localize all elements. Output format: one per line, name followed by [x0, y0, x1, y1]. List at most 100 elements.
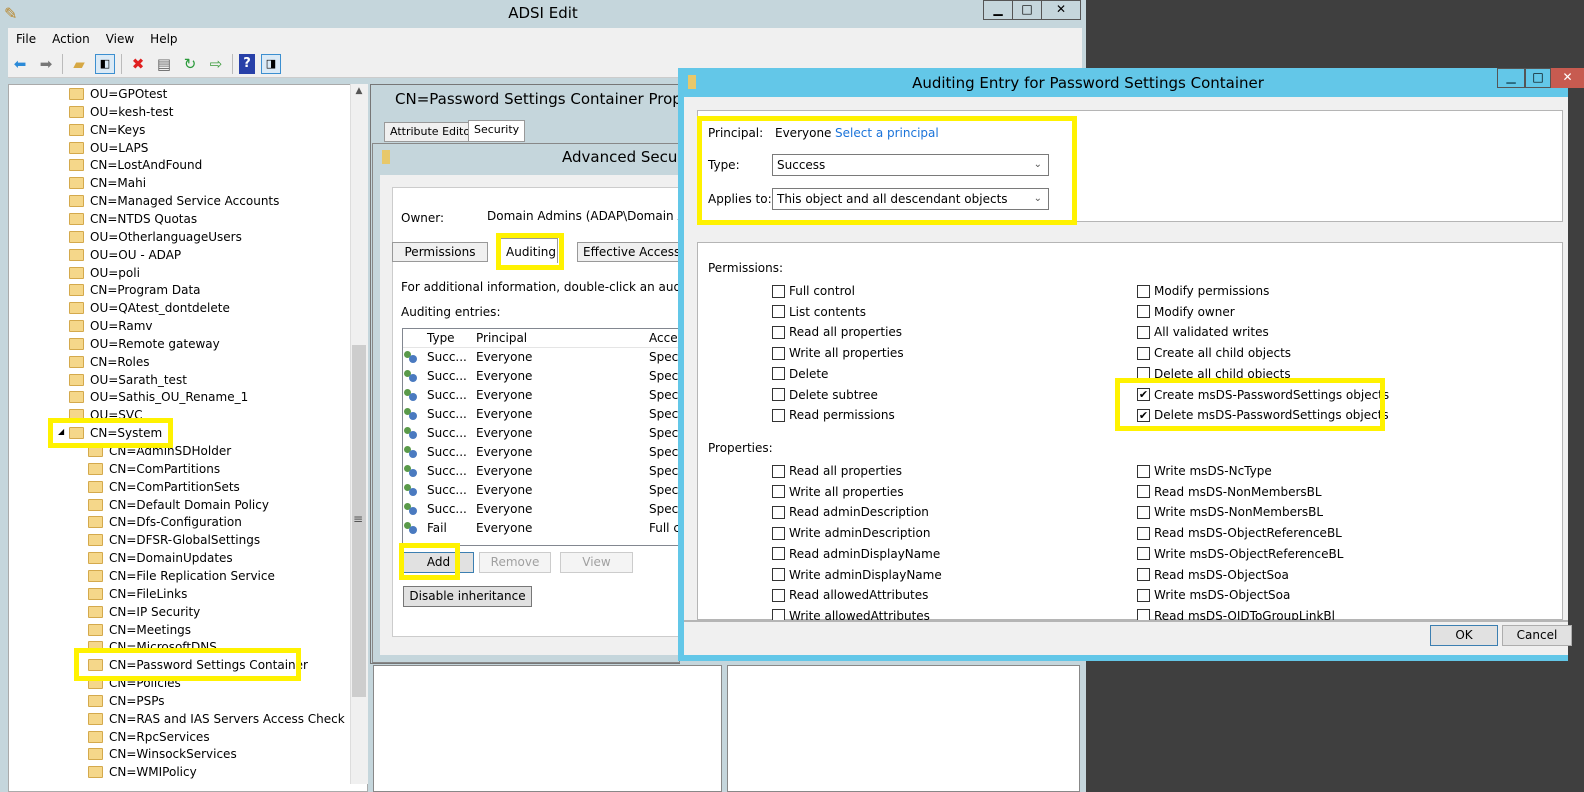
menu-view[interactable]: View — [98, 28, 142, 50]
tab-effective-access[interactable]: Effective Access — [577, 242, 680, 262]
checkbox[interactable]: ✔ — [1137, 388, 1150, 401]
checkbox-item[interactable]: Modify permissions — [1137, 282, 1269, 300]
tree-item[interactable]: CN=Keys — [69, 121, 145, 139]
refresh-icon[interactable]: ↻ — [180, 54, 200, 74]
checkbox[interactable] — [1137, 284, 1150, 298]
checkbox-item[interactable]: Create all child objects — [1137, 344, 1291, 362]
checkbox-item[interactable]: Read allowedAttributes — [772, 586, 928, 604]
tree-item[interactable]: CN=Roles — [69, 353, 150, 371]
tree-item[interactable]: OU=GPOtest — [69, 85, 167, 103]
tree-item-selected[interactable]: CN=Password Settings Container — [88, 656, 308, 674]
tree-item[interactable]: OU=OU - ADAP — [69, 246, 181, 264]
tree-item[interactable]: CN=FileLinks — [88, 585, 187, 603]
help-icon[interactable]: ? — [239, 53, 255, 74]
tree-item-system[interactable]: CN=System — [69, 424, 162, 442]
checkbox[interactable] — [1137, 325, 1150, 339]
tab-auditing[interactable]: Auditing — [500, 238, 558, 263]
checkbox-item[interactable]: Read adminDescription — [772, 503, 929, 521]
delete-icon[interactable]: ✖ — [128, 54, 148, 74]
type-select[interactable]: Success ⌄ — [772, 154, 1049, 176]
checkbox-item[interactable]: ✔ Delete msDS-PasswordSettings objects — [1137, 406, 1389, 424]
checkbox-item[interactable]: Write msDS-NcType — [1137, 462, 1272, 480]
tab-security[interactable]: Security — [468, 120, 526, 142]
audit-entry-row[interactable]: Succ...EveryoneSpecia — [403, 424, 681, 443]
checkbox-item[interactable]: Read msDS-ObjectSoa — [1137, 566, 1289, 584]
checkbox[interactable] — [772, 609, 785, 620]
action-pane-icon[interactable]: ◨ — [261, 53, 281, 74]
disable-inheritance-button[interactable]: Disable inheritance — [403, 586, 532, 607]
checkbox[interactable] — [772, 588, 785, 602]
checkbox-item[interactable]: Delete subtree — [772, 386, 878, 404]
tree-item[interactable]: CN=MicrosoftDNS — [88, 638, 217, 656]
menu-action[interactable]: Action — [44, 28, 98, 50]
tree-item[interactable]: CN=Program Data — [69, 281, 201, 299]
audit-entry-row[interactable]: Fail Everyone Full c — [403, 519, 681, 538]
tree-item[interactable]: CN=WinsockServices — [88, 745, 237, 763]
tab-attribute-editor[interactable]: Attribute Editor — [384, 122, 481, 142]
checkbox[interactable] — [1137, 568, 1150, 581]
tree-item[interactable]: CN=WMIPolicy — [88, 763, 197, 781]
checkbox[interactable] — [1137, 505, 1150, 519]
checkbox-item[interactable]: Write all properties — [772, 344, 904, 362]
checkbox-item[interactable]: Read permissions — [772, 406, 895, 424]
tree-item[interactable]: OU=SVC — [69, 406, 143, 424]
audit-entry-row[interactable]: Succ...EveryoneSpecia — [403, 386, 681, 405]
checkbox[interactable]: ✔ — [1137, 408, 1150, 422]
tree-item[interactable]: CN=AdminSDHolder — [88, 442, 231, 460]
tree-item[interactable]: CN=ComPartitions — [88, 460, 220, 478]
checkbox-item[interactable]: Write adminDisplayName — [772, 566, 942, 584]
applies-to-select[interactable]: This object and all descendant objects ⌄ — [772, 188, 1049, 210]
minimize-button[interactable]: ▁ — [983, 0, 1013, 20]
checkbox[interactable] — [1137, 526, 1150, 540]
tree-item[interactable]: CN=LostAndFound — [69, 156, 202, 174]
checkbox[interactable] — [772, 505, 785, 519]
tree-item[interactable]: CN=ComPartitionSets — [88, 478, 240, 496]
menu-help[interactable]: Help — [142, 28, 185, 50]
tree-item[interactable]: OU=OtherlanguageUsers — [69, 228, 242, 246]
checkbox[interactable] — [772, 464, 785, 478]
tree-item[interactable]: CN=Managed Service Accounts — [69, 192, 279, 210]
checkbox-item[interactable]: Write allowedAttributes — [772, 607, 930, 620]
tree-item[interactable]: OU=Ramv — [69, 317, 153, 335]
properties-icon[interactable]: ▤ — [154, 54, 174, 74]
tree-item[interactable]: CN=IP Security — [88, 603, 200, 621]
tree-item[interactable]: CN=PSPs — [88, 692, 165, 710]
tree-item[interactable]: CN=RpcServices — [88, 728, 210, 746]
checkbox-item[interactable]: List contents — [772, 303, 866, 321]
audit-entry-row[interactable]: Succ...EveryoneSpecia — [403, 443, 681, 462]
tree-item[interactable]: CN=Policies — [88, 674, 181, 692]
checkbox[interactable] — [772, 388, 785, 401]
checkbox-item[interactable]: Write adminDescription — [772, 524, 930, 542]
checkbox[interactable] — [772, 485, 785, 499]
tree-item[interactable]: CN=RAS and IAS Servers Access Check — [88, 710, 345, 728]
audit-entry-row[interactable]: Succ...EveryoneSpecia — [403, 481, 681, 500]
checkbox-item[interactable]: Modify owner — [1137, 303, 1235, 321]
checkbox-item[interactable]: ✔ Create msDS-PasswordSettings objects — [1137, 386, 1389, 404]
audit-entry-row[interactable]: Succ...EveryoneSpecia — [403, 500, 681, 519]
checkbox-item[interactable]: Write msDS-ObjectReferenceBL — [1137, 545, 1343, 563]
tab-permissions[interactable]: Permissions — [392, 242, 488, 262]
minimize-button[interactable]: ▁ — [1497, 68, 1525, 88]
cancel-button[interactable]: Cancel — [1502, 625, 1572, 646]
ok-button[interactable]: OK — [1430, 625, 1498, 646]
checkbox[interactable] — [772, 346, 785, 360]
checkbox-item[interactable]: All validated writes — [1137, 323, 1269, 341]
export-list-icon[interactable]: ⇨ — [206, 54, 226, 74]
checkbox-item[interactable]: Read all properties — [772, 462, 902, 480]
tree-item[interactable]: OU=Sarath_test — [69, 371, 187, 389]
checkbox[interactable] — [1137, 609, 1150, 620]
checkbox-item[interactable]: Delete — [772, 365, 828, 383]
checkbox[interactable] — [772, 568, 785, 581]
checkbox[interactable] — [772, 367, 785, 381]
view-button[interactable]: View — [560, 552, 633, 573]
tree-item[interactable]: CN=DomainUpdates — [88, 549, 233, 567]
checkbox-item[interactable]: Read all properties — [772, 323, 902, 341]
maximize-button[interactable]: □ — [1525, 68, 1551, 88]
checkbox-item[interactable]: Read msDS-NonMembersBL — [1137, 483, 1322, 501]
up-folder-icon[interactable]: ▰ — [69, 54, 89, 74]
scroll-up-icon[interactable]: ▲ — [352, 86, 366, 102]
tree-item[interactable]: CN=File Replication Service — [88, 567, 275, 585]
checkbox-item[interactable]: Read msDS-OIDToGroupLinkBl — [1137, 607, 1335, 620]
select-principal-link[interactable]: Select a principal — [835, 126, 939, 140]
maximize-button[interactable]: □ — [1012, 0, 1042, 20]
